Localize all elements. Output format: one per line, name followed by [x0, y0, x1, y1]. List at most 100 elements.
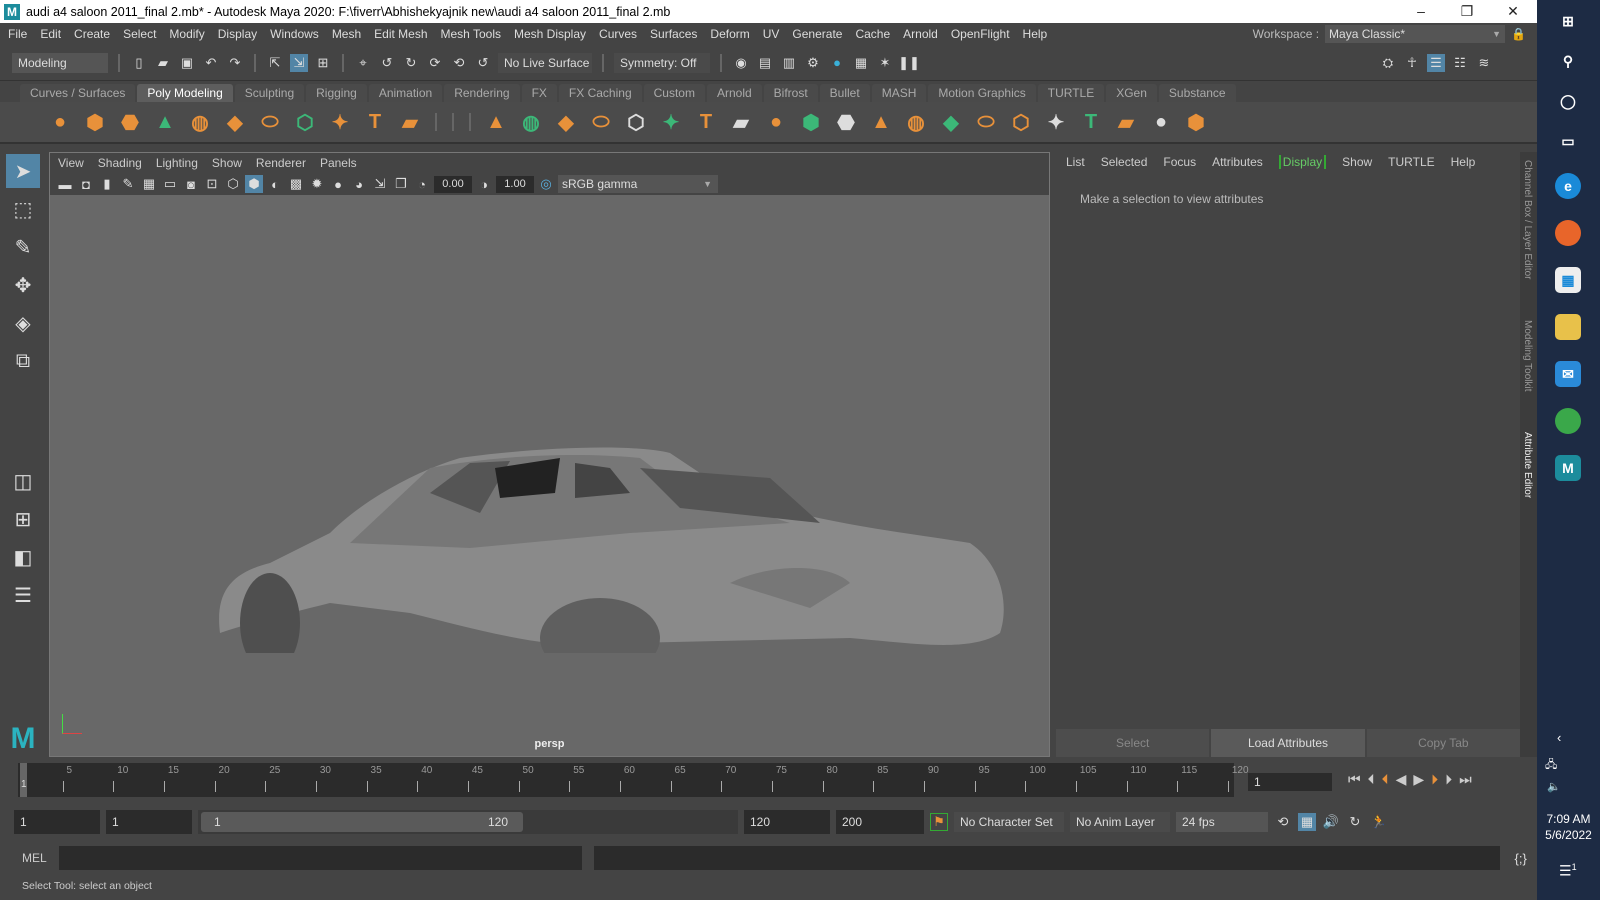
append-icon[interactable]: ⬣ — [832, 108, 860, 136]
gamma-icon[interactable]: ◑ — [475, 175, 493, 193]
menu-display[interactable]: Display — [218, 27, 257, 41]
menu-windows[interactable]: Windows — [270, 27, 319, 41]
shelf-tab-xgen[interactable]: XGen — [1106, 84, 1157, 102]
cortana-icon[interactable]: ◯ — [1555, 88, 1581, 114]
isolate-select-icon[interactable]: ⇲ — [371, 175, 389, 193]
perspective-viewport[interactable]: View Shading Lighting Show Renderer Panels ▬ … — [49, 152, 1050, 757]
select-hierarchy-icon[interactable]: ⇱ — [266, 54, 284, 72]
volume-icon[interactable]: 🔈 — [1547, 780, 1561, 793]
textured-icon[interactable]: ▩ — [287, 175, 305, 193]
step-forward-frame-icon[interactable]: ⏵ — [1431, 771, 1438, 788]
shelf-tab-animation[interactable]: Animation — [368, 84, 443, 102]
super-shape-icon[interactable]: ✦ — [326, 108, 354, 136]
edge-icon[interactable]: e — [1555, 173, 1581, 199]
poly-sphere-icon[interactable]: ● — [46, 108, 74, 136]
shadows-icon[interactable]: ● — [329, 175, 347, 193]
script-editor-icon[interactable]: {;} — [1512, 849, 1530, 867]
wireframe-on-shaded-icon[interactable]: ◐ — [266, 175, 284, 193]
close-button[interactable]: ✕ — [1490, 0, 1536, 23]
paint-select-tool-icon[interactable]: ✎ — [6, 230, 40, 264]
attribute-editor-menu-focus[interactable]: Focus — [1163, 155, 1196, 169]
menu-mesh-display[interactable]: Mesh Display — [514, 27, 586, 41]
scale-tool-icon[interactable]: ⧉ — [6, 344, 40, 378]
step-forward-key-icon[interactable]: ⏵ — [1445, 771, 1452, 788]
new-scene-icon[interactable]: ▯ — [130, 54, 148, 72]
separate-icon[interactable]: ◍ — [517, 108, 545, 136]
smooth-icon[interactable]: ⬭ — [587, 108, 615, 136]
viewport-menu-show[interactable]: Show — [212, 156, 242, 170]
smooth-shade-icon[interactable]: ⬢ — [245, 175, 263, 193]
menu-curves[interactable]: Curves — [599, 27, 637, 41]
ambient-occlusion-icon[interactable]: ◕ — [350, 175, 368, 193]
mirror-icon[interactable]: ✦ — [657, 108, 685, 136]
menu-surfaces[interactable]: Surfaces — [650, 27, 697, 41]
target-weld-icon[interactable]: ◍ — [902, 108, 930, 136]
shelf-tab-mash[interactable]: MASH — [871, 84, 927, 102]
poly-cube-icon[interactable]: ⬢ — [81, 108, 109, 136]
menu-set-dropdown[interactable]: Modeling — [12, 52, 108, 73]
viewport-menu-lighting[interactable]: Lighting — [156, 156, 198, 170]
live-surface-field[interactable]: No Live Surface — [498, 52, 592, 73]
gamma-field[interactable]: 1.00 — [496, 175, 534, 193]
go-to-end-icon[interactable]: ⏭ — [1459, 771, 1472, 788]
notifications-icon[interactable]: ☰1 — [1559, 862, 1577, 880]
four-view-layout-icon[interactable]: ⊞ — [6, 502, 40, 536]
shelf-tab-sculpting[interactable]: Sculpting — [234, 84, 305, 102]
select-button[interactable]: Select — [1056, 729, 1210, 757]
tool-settings-icon[interactable]: ☷ — [1451, 54, 1469, 72]
menu-uv[interactable]: UV — [763, 27, 780, 41]
outliner-layout-icon[interactable]: ☰ — [6, 578, 40, 612]
film-gate-icon[interactable]: ▭ — [161, 175, 179, 193]
two-view-layout-icon[interactable]: ◧ — [6, 540, 40, 574]
type-icon[interactable]: T — [361, 108, 389, 136]
poly-torus-icon[interactable]: ◍ — [186, 108, 214, 136]
range-slider[interactable]: 1 120 — [198, 810, 738, 834]
animation-preferences-icon[interactable]: 🏃 — [1370, 813, 1388, 831]
single-perspective-layout-icon[interactable]: ◫ — [6, 464, 40, 498]
tab-modeling-toolkit[interactable]: Modeling Toolkit — [1522, 320, 1533, 392]
shelf-tab-custom[interactable]: Custom — [643, 84, 705, 102]
safe-action-icon[interactable]: ⊡ — [203, 175, 221, 193]
car-model[interactable] — [210, 293, 1010, 653]
combine-icon[interactable]: ▲ — [482, 108, 510, 136]
select-tool-icon[interactable]: ➤ — [6, 154, 40, 188]
cache-playback-icon[interactable]: ▦ — [1298, 813, 1316, 831]
load-attributes-button[interactable]: Load Attributes — [1211, 729, 1365, 757]
playback-end-field[interactable]: 120 — [744, 810, 830, 834]
render-setup-icon[interactable]: ▦ — [852, 54, 870, 72]
clock-time[interactable]: 7:09 AM — [1537, 812, 1600, 826]
attribute-editor-menu-attributes[interactable]: Attributes — [1212, 155, 1263, 169]
menu-openflight[interactable]: OpenFlight — [951, 27, 1010, 41]
mail-icon[interactable]: ✉ — [1555, 361, 1581, 387]
unfold-icon[interactable]: ● — [1147, 108, 1175, 136]
render-frame-icon[interactable]: ▤ — [756, 54, 774, 72]
light-editor-icon[interactable]: ✶ — [876, 54, 894, 72]
shelf-tab-bullet[interactable]: Bullet — [819, 84, 870, 102]
extract-icon[interactable]: ◆ — [552, 108, 580, 136]
playback-start-field[interactable]: 1 — [106, 810, 192, 834]
attribute-editor-menu-turtle[interactable]: TURTLE — [1388, 155, 1434, 169]
attribute-editor-menu-list[interactable]: List — [1066, 155, 1085, 169]
bevel-icon[interactable]: T — [692, 108, 720, 136]
network-icon[interactable]: 🖧 — [1545, 756, 1557, 775]
viewport-menu-shading[interactable]: Shading — [98, 156, 142, 170]
maximize-button[interactable]: ❐ — [1444, 0, 1490, 23]
viewport-menu-view[interactable]: View — [58, 156, 84, 170]
svg-icon[interactable]: ▰ — [396, 108, 424, 136]
play-forwards-icon[interactable]: ▶ — [1413, 771, 1424, 788]
shelf-tab-curves-surfaces[interactable]: Curves / Surfaces — [20, 84, 136, 102]
tab-attribute-editor[interactable]: Attribute Editor — [1522, 432, 1533, 498]
bridge-icon[interactable]: ▰ — [727, 108, 755, 136]
bookmark-icon[interactable]: ▮ — [98, 175, 116, 193]
cylindrical-map-icon[interactable]: ▰ — [1112, 108, 1140, 136]
shelf-tab-bifrost[interactable]: Bifrost — [763, 84, 818, 102]
menu-cache[interactable]: Cache — [855, 27, 890, 41]
windows-start-icon[interactable]: ⊞ — [1555, 8, 1581, 34]
save-scene-icon[interactable]: ▣ — [178, 54, 196, 72]
render-view-icon[interactable]: ◉ — [732, 54, 750, 72]
auto-key-icon[interactable]: ⚑ — [930, 813, 948, 831]
workspace-dropdown[interactable]: Maya Classic* — [1325, 25, 1506, 43]
boolean-icon[interactable]: ⬡ — [622, 108, 650, 136]
time-slider-track[interactable]: 1 5 10 15 20 25 30 35 40 45 50 55 60 65 70 75 80 85 90 95 1… — [18, 763, 1249, 797]
menu-generate[interactable]: Generate — [792, 27, 842, 41]
